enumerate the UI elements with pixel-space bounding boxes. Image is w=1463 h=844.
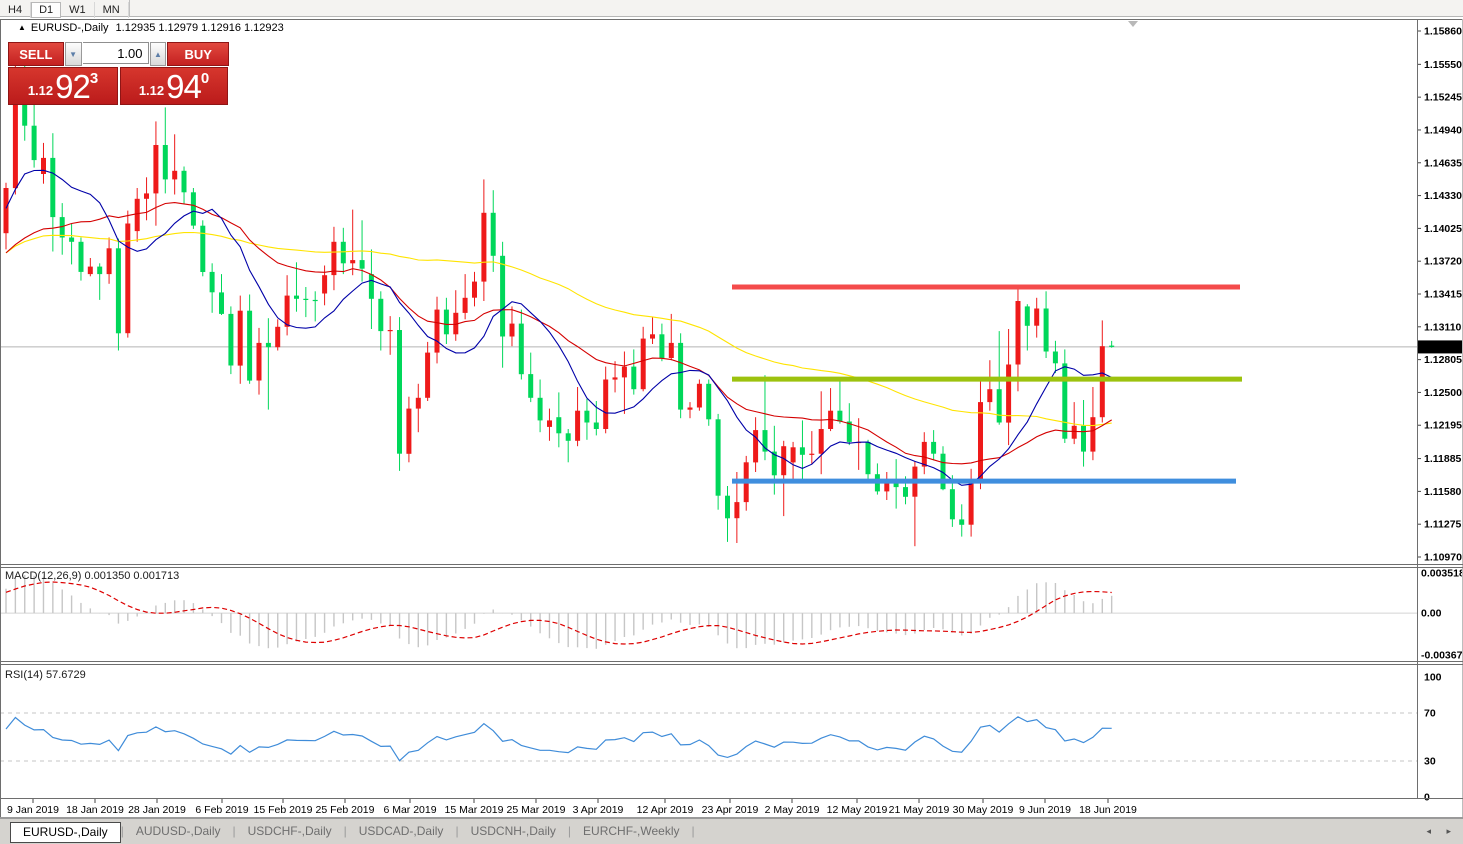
timeframe-toolbar: H4D1W1MN bbox=[0, 0, 1463, 16]
candlesticks bbox=[4, 46, 1115, 546]
buy-price-prefix: 1.12 bbox=[139, 83, 164, 98]
svg-text:1.11885: 1.11885 bbox=[1424, 453, 1462, 465]
terminal-window: { "toolbar": { "timeframes": [ {"label":… bbox=[0, 0, 1463, 844]
svg-text:9 Jan 2019: 9 Jan 2019 bbox=[7, 804, 59, 816]
svg-text:12 May 2019: 12 May 2019 bbox=[827, 804, 888, 816]
buy-price-point: 0 bbox=[201, 68, 209, 87]
volume-increase-button[interactable]: ▲ bbox=[150, 42, 167, 66]
svg-text:18 Jan 2019: 18 Jan 2019 bbox=[66, 804, 124, 816]
svg-text:1.13720: 1.13720 bbox=[1424, 256, 1462, 268]
autoscroll-marker-icon bbox=[1128, 21, 1138, 27]
svg-text:1.14025: 1.14025 bbox=[1424, 223, 1462, 235]
svg-text:9 Jun 2019: 9 Jun 2019 bbox=[1019, 804, 1071, 816]
sell-price-display[interactable]: 1.12 92 3 bbox=[8, 67, 118, 105]
svg-text:1.15860: 1.15860 bbox=[1424, 26, 1462, 38]
buy-price-pips: 94 bbox=[166, 72, 201, 102]
svg-text:18 Jun 2019: 18 Jun 2019 bbox=[1079, 804, 1137, 816]
svg-text:30 May 2019: 30 May 2019 bbox=[953, 804, 1014, 816]
collapse-panel-icon[interactable]: ▲ bbox=[18, 23, 26, 32]
one-click-trading-panel: SELL ▼ ▲ BUY 1.12 92 3 1.12 94 0 bbox=[8, 42, 229, 105]
macd-histogram bbox=[6, 575, 1112, 649]
svg-text:0: 0 bbox=[1424, 792, 1430, 804]
sell-button[interactable]: SELL bbox=[8, 42, 64, 66]
rsi-indicator-label: RSI(14) 57.6729 bbox=[5, 669, 86, 681]
svg-text:1.12805: 1.12805 bbox=[1424, 354, 1462, 366]
price-chart-canvas[interactable]: 1.15860 1.15550 1.15245 1.14940 1.14635 1.143… bbox=[0, 0, 1463, 844]
svg-text:30: 30 bbox=[1424, 756, 1436, 768]
svg-text:12 Apr 2019: 12 Apr 2019 bbox=[637, 804, 694, 816]
svg-text:1.12500: 1.12500 bbox=[1424, 387, 1462, 399]
svg-text:1.14940: 1.14940 bbox=[1424, 124, 1462, 136]
svg-text:25 Mar 2019: 25 Mar 2019 bbox=[507, 804, 566, 816]
tab-scroll-right-icon[interactable]: ▸ bbox=[1446, 826, 1451, 837]
svg-text:21 May 2019: 21 May 2019 bbox=[889, 804, 950, 816]
svg-text:1.12923: 1.12923 bbox=[1422, 341, 1460, 353]
svg-text:25 Feb 2019: 25 Feb 2019 bbox=[316, 804, 375, 816]
sell-price-point: 3 bbox=[90, 68, 98, 87]
svg-text:1.14330: 1.14330 bbox=[1424, 190, 1462, 202]
svg-text:-0.00367: -0.00367 bbox=[1421, 650, 1463, 662]
svg-text:1.15550: 1.15550 bbox=[1424, 59, 1462, 71]
tab-eurusd-daily[interactable]: EURUSD-,Daily bbox=[10, 822, 121, 843]
volume-input[interactable] bbox=[83, 42, 149, 64]
rsi-line bbox=[6, 717, 1112, 761]
buy-button[interactable]: BUY bbox=[167, 42, 229, 66]
svg-text:1.15245: 1.15245 bbox=[1424, 92, 1462, 104]
tab-eurchf-weekly[interactable]: EURCHF-,Weekly bbox=[571, 822, 691, 841]
timeframe-button-mn[interactable]: MN bbox=[95, 2, 129, 18]
tab-separator: | bbox=[691, 824, 694, 838]
svg-text:15 Feb 2019: 15 Feb 2019 bbox=[254, 804, 313, 816]
chart-ohlc-values: 1.12935 1.12979 1.12916 1.12923 bbox=[116, 22, 284, 34]
svg-text:15 Mar 2019: 15 Mar 2019 bbox=[445, 804, 504, 816]
tab-scroll-left-icon[interactable]: ◂ bbox=[1426, 826, 1431, 837]
tab-audusd-daily[interactable]: AUDUSD-,Daily bbox=[124, 822, 233, 841]
svg-text:1.11580: 1.11580 bbox=[1424, 486, 1462, 498]
svg-text:0.003518: 0.003518 bbox=[1421, 568, 1463, 580]
svg-text:6 Feb 2019: 6 Feb 2019 bbox=[195, 804, 248, 816]
tab-usdcad-daily[interactable]: USDCAD-,Daily bbox=[347, 822, 456, 841]
toolbar-separator bbox=[129, 0, 130, 16]
svg-text:1.13110: 1.13110 bbox=[1424, 321, 1462, 333]
svg-text:1.14635: 1.14635 bbox=[1424, 157, 1462, 169]
svg-text:1.12195: 1.12195 bbox=[1424, 420, 1462, 432]
svg-text:70: 70 bbox=[1424, 708, 1436, 720]
timeframe-button-w1[interactable]: W1 bbox=[61, 2, 95, 18]
chart-tabs: EURUSD-,Daily|AUDUSD-,Daily|USDCHF-,Dail… bbox=[0, 819, 695, 836]
svg-text:6 Mar 2019: 6 Mar 2019 bbox=[383, 804, 436, 816]
svg-text:1.13415: 1.13415 bbox=[1424, 289, 1462, 301]
svg-text:23 Apr 2019: 23 Apr 2019 bbox=[702, 804, 759, 816]
svg-text:0.00: 0.00 bbox=[1421, 608, 1442, 620]
chart-header: ▲ EURUSD-,Daily 1.12935 1.12979 1.12916 1.… bbox=[18, 22, 284, 34]
chart-title: EURUSD-,Daily bbox=[31, 22, 109, 34]
sell-price-pips: 92 bbox=[55, 72, 90, 102]
svg-text:1.11275: 1.11275 bbox=[1424, 519, 1462, 531]
svg-text:3 Apr 2019: 3 Apr 2019 bbox=[573, 804, 624, 816]
svg-text:100: 100 bbox=[1424, 672, 1442, 684]
tab-usdchf-daily[interactable]: USDCHF-,Daily bbox=[236, 822, 344, 841]
timeframe-button-d1[interactable]: D1 bbox=[31, 2, 61, 18]
macd-indicator-label: MACD(12,26,9) 0.001350 0.001713 bbox=[5, 570, 179, 582]
svg-text:2 May 2019: 2 May 2019 bbox=[765, 804, 820, 816]
sell-price-prefix: 1.12 bbox=[28, 83, 53, 98]
svg-text:1.10970: 1.10970 bbox=[1424, 552, 1462, 564]
buy-price-display[interactable]: 1.12 94 0 bbox=[120, 67, 228, 105]
volume-decrease-button[interactable]: ▼ bbox=[65, 42, 82, 66]
svg-text:28 Jan 2019: 28 Jan 2019 bbox=[128, 804, 186, 816]
chart-tab-bar: EURUSD-,Daily|AUDUSD-,Daily|USDCHF-,Dail… bbox=[0, 818, 1463, 844]
tab-usdcnh-daily[interactable]: USDCNH-,Daily bbox=[459, 822, 568, 841]
timeframe-button-h4[interactable]: H4 bbox=[0, 2, 31, 18]
